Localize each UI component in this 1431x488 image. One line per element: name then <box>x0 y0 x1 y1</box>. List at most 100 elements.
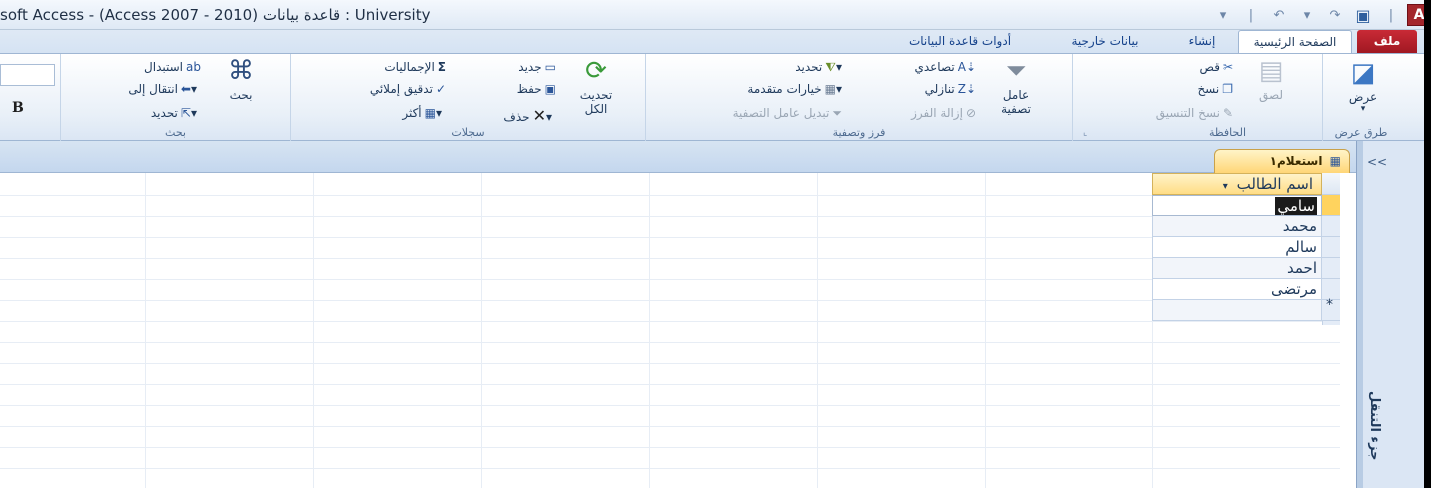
goto-button[interactable]: ▾⬅انتقال إلى <box>71 82 201 96</box>
save-record-button[interactable]: ▣حفظ <box>466 82 556 96</box>
document-tab-title: استعلام١ <box>1269 154 1323 168</box>
copy-button[interactable]: ❐نسخ <box>1153 82 1233 96</box>
toggle-filter-label: تبديل عامل التصفية <box>732 106 830 120</box>
grid-line <box>0 405 1340 406</box>
remove-sort-button[interactable]: ⊘إزالة الفرز <box>846 106 976 120</box>
customize-qat-icon[interactable]: ▾ <box>1211 4 1235 26</box>
refresh-all-button[interactable]: ⟳ تحديث الكل <box>566 56 626 116</box>
cut-button[interactable]: ✂قص <box>1153 60 1234 74</box>
sigma-icon: Σ <box>437 60 446 74</box>
selection-dropdown-icon: ▾ <box>835 60 842 74</box>
record-selector[interactable] <box>1322 195 1340 216</box>
tab-home[interactable]: الصفحة الرئيسية <box>1238 30 1352 53</box>
scissors-icon: ✂ <box>1222 60 1233 74</box>
grid-line <box>313 173 314 488</box>
table-row-cell[interactable]: محمد <box>1152 216 1322 237</box>
grid-line <box>0 426 1340 427</box>
record-selector[interactable] <box>1322 258 1340 279</box>
grid-line <box>0 279 1340 280</box>
select-dropdown-icon: ▾ <box>190 106 197 120</box>
goto-arrow-icon: ⬅ <box>180 82 191 96</box>
view-dropdown-icon: ▾ <box>1360 104 1366 114</box>
qat-separator-icon: | <box>1248 7 1254 23</box>
toggle-filter-icon: ⏷ <box>832 106 842 120</box>
table-row-cell[interactable]: احمد <box>1152 258 1322 279</box>
cut-label: قص <box>1199 60 1220 74</box>
tab-create[interactable]: إنشاء <box>1172 30 1232 53</box>
remove-sort-icon: ⊘ <box>965 106 976 120</box>
grid-line <box>0 216 1340 217</box>
nav-pane-label[interactable]: جزء التنقل <box>1367 391 1382 461</box>
view-label: عرض <box>1348 90 1378 104</box>
advanced-filter-icon: ▦ <box>824 82 836 96</box>
grid-line <box>0 321 1340 322</box>
selection-button[interactable]: ▾⧩تحديد <box>696 60 846 75</box>
nav-pane-toggle-button[interactable]: << <box>1367 155 1387 169</box>
select-all-corner[interactable] <box>1322 173 1340 195</box>
view-button[interactable]: ◪ عرض ▾ <box>1333 58 1393 114</box>
advanced-button[interactable]: ▾▦خيارات متقدمة <box>676 82 846 96</box>
clipboard-launcher-icon[interactable]: ⌞ <box>1083 128 1087 138</box>
sort-ascending-button[interactable]: ⇣Aتصاعدي <box>856 60 976 74</box>
table-row-cell[interactable]: سالم <box>1152 237 1322 258</box>
refresh-label-1: تحديث <box>579 88 613 102</box>
delete-icon: ✕ <box>532 106 546 125</box>
cell-value: سامي <box>1275 197 1317 215</box>
save-icon[interactable]: ▣ <box>1351 4 1375 26</box>
tab-file[interactable]: ملف <box>1357 30 1417 53</box>
window-title: soft Access - (Access 2007 - 2010) قاعدة… <box>0 6 431 24</box>
filter-label-1: عامل <box>1002 88 1030 102</box>
replace-button[interactable]: abاستبدال <box>81 60 201 74</box>
replace-label: استبدال <box>144 60 184 74</box>
spelling-button[interactable]: ✓تدقيق إملائي <box>301 82 446 96</box>
ribbon: ◪ عرض ▾ طرق عرض ▤ لصق ✂قص ❐نسخ ✎نسخ التن… <box>0 53 1431 141</box>
find-label: بحث <box>229 88 253 102</box>
new-record-cell[interactable] <box>1152 300 1322 321</box>
table-row-cell[interactable]: مرتضى <box>1152 279 1322 300</box>
qat-divider-icon: | <box>1388 7 1394 23</box>
selection-filter-icon: ⧩ <box>825 60 836 74</box>
document-tab-query1[interactable]: ▦ استعلام١ <box>1214 149 1350 173</box>
table-row-cell[interactable]: سامي <box>1152 195 1322 216</box>
grid-line <box>0 300 1340 301</box>
tab-database-tools[interactable]: أدوات قاعدة البيانات <box>880 30 1040 53</box>
column-dropdown-icon[interactable]: ▾ <box>1223 181 1228 192</box>
datasheet-grid[interactable]: اسم الطالب ▾ سامي محمد سالم احمد مرتضى * <box>0 173 1356 488</box>
undo-icon[interactable]: ↶ <box>1267 4 1291 26</box>
bold-button[interactable]: B <box>12 100 24 116</box>
funnel-icon: ⏷ <box>1005 56 1027 86</box>
font-name-combo[interactable] <box>0 64 55 86</box>
paste-button[interactable]: ▤ لصق <box>1241 56 1301 102</box>
find-button[interactable]: ⌘ بحث <box>211 56 271 102</box>
redo-icon[interactable]: ↷ <box>1323 4 1347 26</box>
format-painter-button[interactable]: ✎نسخ التنسيق <box>1083 106 1233 120</box>
tab-external-data[interactable]: بيانات خارجية <box>1050 30 1160 53</box>
quick-access-toolbar: ▾ | ↶ ▾ ↷ ▣ | A <box>1211 3 1431 27</box>
column-header-student-name[interactable]: اسم الطالب ▾ <box>1152 173 1322 195</box>
filter-label-2: تصفية <box>1001 102 1031 116</box>
filter-button[interactable]: ⏷ عامل تصفية <box>981 56 1051 116</box>
binoculars-icon: ⌘ <box>228 56 254 86</box>
navigation-pane-splitter[interactable] <box>1357 141 1363 488</box>
select-button[interactable]: ▾⇱تحديد <box>91 106 201 120</box>
grid-line <box>0 237 1340 238</box>
toggle-filter-button[interactable]: ⏷تبديل عامل التصفية <box>652 106 842 121</box>
navigation-pane: << جزء التنقل <box>1356 141 1431 488</box>
title-bar: soft Access - (Access 2007 - 2010) قاعدة… <box>0 0 1431 30</box>
spelling-label: تدقيق إملائي <box>369 82 433 96</box>
more-dropdown-icon: ▾ <box>435 106 442 120</box>
sort-descending-button[interactable]: ⇣Zتنازلي <box>856 82 976 96</box>
totals-button[interactable]: Σالإجماليات <box>321 60 446 74</box>
spelling-icon: ✓ <box>435 82 446 96</box>
grid-line <box>0 468 1340 469</box>
record-selector[interactable] <box>1322 216 1340 237</box>
more-label: أكثر <box>402 106 422 120</box>
record-selector[interactable] <box>1322 237 1340 258</box>
undo-dropdown-icon[interactable]: ▾ <box>1295 4 1319 26</box>
group-clipboard: ▤ لصق ✂قص ❐نسخ ✎نسخ التنسيق ⌞ الحافظة <box>1072 54 1322 141</box>
more-grid-icon: ▦ <box>424 106 436 120</box>
more-button[interactable]: ▾▦أكثر <box>341 106 446 120</box>
new-record-button[interactable]: ▭جديد <box>466 60 556 74</box>
delete-record-button[interactable]: ▾✕حذف <box>446 106 556 125</box>
sort-ascending-icon: ⇣A <box>957 60 976 74</box>
